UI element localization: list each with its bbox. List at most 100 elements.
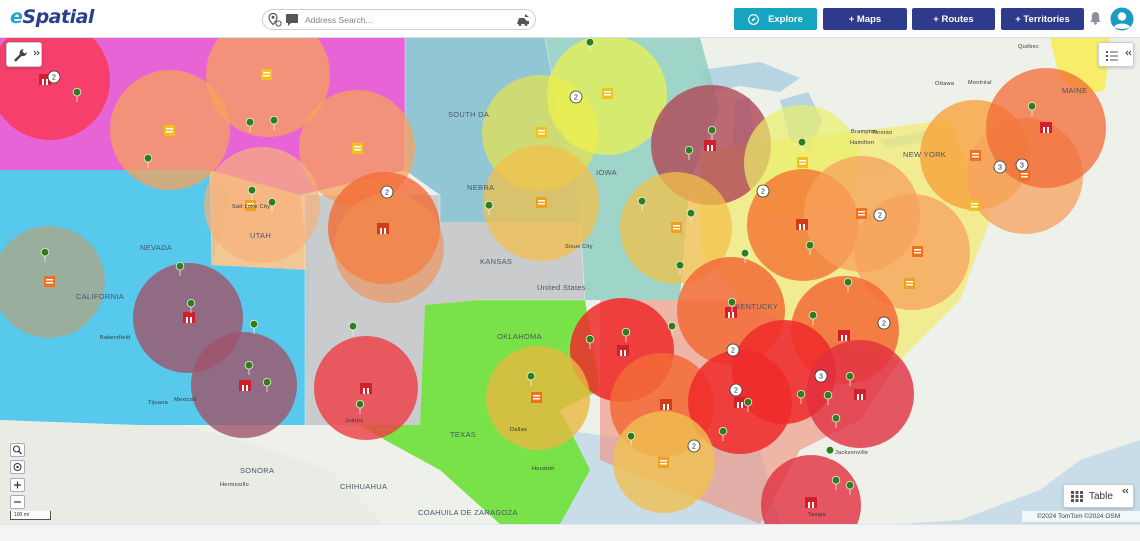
store-marker [856, 208, 867, 219]
store-marker [183, 312, 195, 323]
city-label: Salt Lake City [232, 204, 271, 210]
region-label: KENTUCKY [735, 302, 779, 311]
message-icon[interactable] [285, 12, 301, 28]
wrench-icon [14, 49, 40, 62]
store-marker [796, 219, 808, 230]
store-marker [969, 200, 980, 211]
city-label: Brampton [851, 129, 878, 135]
explore-button[interactable]: Explore [734, 8, 817, 30]
footer-bar [0, 524, 1140, 541]
compass-icon [748, 13, 759, 25]
add-territories-label: + Territories [1015, 13, 1070, 25]
city-label: Tampa [808, 512, 827, 518]
zoom-out-button[interactable] [10, 495, 25, 509]
store-marker [531, 392, 542, 403]
city-label: Montréal [968, 80, 992, 86]
espatial-logo[interactable]: eSpatial [10, 6, 94, 28]
region-label: KANSAS [480, 257, 513, 266]
region-label: SOUTH DA [448, 110, 490, 119]
address-search-input[interactable] [305, 12, 511, 27]
store-marker [239, 380, 251, 391]
city-label: Dallas [510, 427, 528, 433]
store-marker [970, 150, 981, 161]
app-window: eSpatial Explor [0, 0, 1140, 541]
scale-bar: 100 mi [10, 511, 51, 520]
store-marker [854, 389, 866, 400]
store-marker [360, 383, 372, 394]
store-marker [39, 74, 51, 85]
store-marker [602, 88, 613, 99]
region-label: United States [537, 283, 586, 292]
region-label: SONORA [240, 466, 275, 475]
region-label: NEVADA [140, 243, 173, 252]
store-marker [1019, 170, 1030, 181]
zoom-search-button[interactable] [10, 443, 25, 457]
store-marker [904, 278, 915, 289]
city-label: Ottawa [935, 81, 955, 87]
add-maps-button[interactable]: + Maps [823, 8, 907, 30]
map-base-layer [0, 38, 1140, 524]
location-pin-icon[interactable] [267, 12, 283, 28]
region-label: NEW YORK [903, 150, 947, 159]
store-marker [1040, 122, 1052, 133]
city-label: Mexicali [174, 397, 197, 403]
city-label: Houston [532, 466, 555, 472]
store-marker [838, 330, 850, 341]
locate-icon [13, 463, 22, 471]
bell-icon[interactable] [1089, 11, 1102, 25]
region-label: CALIFORNIA [76, 292, 125, 301]
region-label: TEXAS [450, 430, 477, 439]
explore-label: Explore [768, 13, 803, 25]
store-marker [797, 157, 808, 168]
store-marker [704, 140, 716, 151]
magnifier-icon [12, 445, 22, 455]
region-label: MAINE [1062, 86, 1088, 95]
grid-icon [1071, 491, 1083, 502]
city-label: Bakersfield [100, 335, 131, 341]
list-icon [1106, 50, 1132, 61]
add-routes-label: + Routes [933, 13, 974, 25]
plus-icon [14, 481, 21, 489]
store-marker [805, 497, 817, 508]
store-marker [377, 223, 389, 234]
add-maps-label: + Maps [848, 13, 882, 25]
collapse-chevrons-icon [1122, 488, 1129, 494]
region-label: IOWA [596, 168, 617, 177]
region-label: NEBRA [467, 183, 495, 192]
city-label: Québec [1018, 44, 1040, 50]
region-label: OKLAHOMA [497, 332, 542, 341]
user-avatar[interactable] [1110, 7, 1134, 31]
store-marker [671, 222, 682, 233]
store-marker [658, 457, 669, 468]
legend-button[interactable] [1098, 42, 1134, 67]
add-territories-button[interactable]: + Territories [1001, 8, 1084, 30]
add-routes-button[interactable]: + Routes [912, 8, 995, 30]
trade-area-circle [334, 193, 444, 303]
locate-button[interactable] [10, 460, 25, 474]
address-search-box [262, 9, 536, 30]
city-label: Juárez [345, 418, 364, 424]
directions-car-icon[interactable] [515, 12, 531, 28]
logo-e: e [10, 6, 23, 28]
minus-icon [14, 501, 21, 503]
zoom-in-button[interactable] [10, 478, 25, 492]
tools-button[interactable] [6, 42, 42, 67]
city-label: Hermosillo [220, 482, 249, 488]
store-marker [261, 69, 272, 80]
region-label: CHIHUAHUA [340, 482, 388, 491]
store-marker [536, 127, 547, 138]
store-marker [44, 276, 55, 287]
map-attribution: ©2024 TomTom ©2024 OSM [1022, 511, 1140, 522]
region-label: UTAH [250, 231, 272, 240]
store-marker [164, 125, 175, 136]
store-marker [617, 345, 629, 356]
store-marker [352, 143, 363, 154]
store-marker [536, 197, 547, 208]
store-marker [912, 246, 923, 257]
map-canvas[interactable]: NEVADA CALIFORNIA UTAH KANSAS United Sta… [0, 38, 1140, 524]
city-label: Hamilton [850, 140, 875, 146]
store-marker [660, 399, 672, 410]
table-button[interactable]: Table [1063, 484, 1134, 508]
logo-text: Spatial [22, 6, 94, 28]
region-label: COAHUILA DE ZARAGOZA [418, 508, 518, 517]
